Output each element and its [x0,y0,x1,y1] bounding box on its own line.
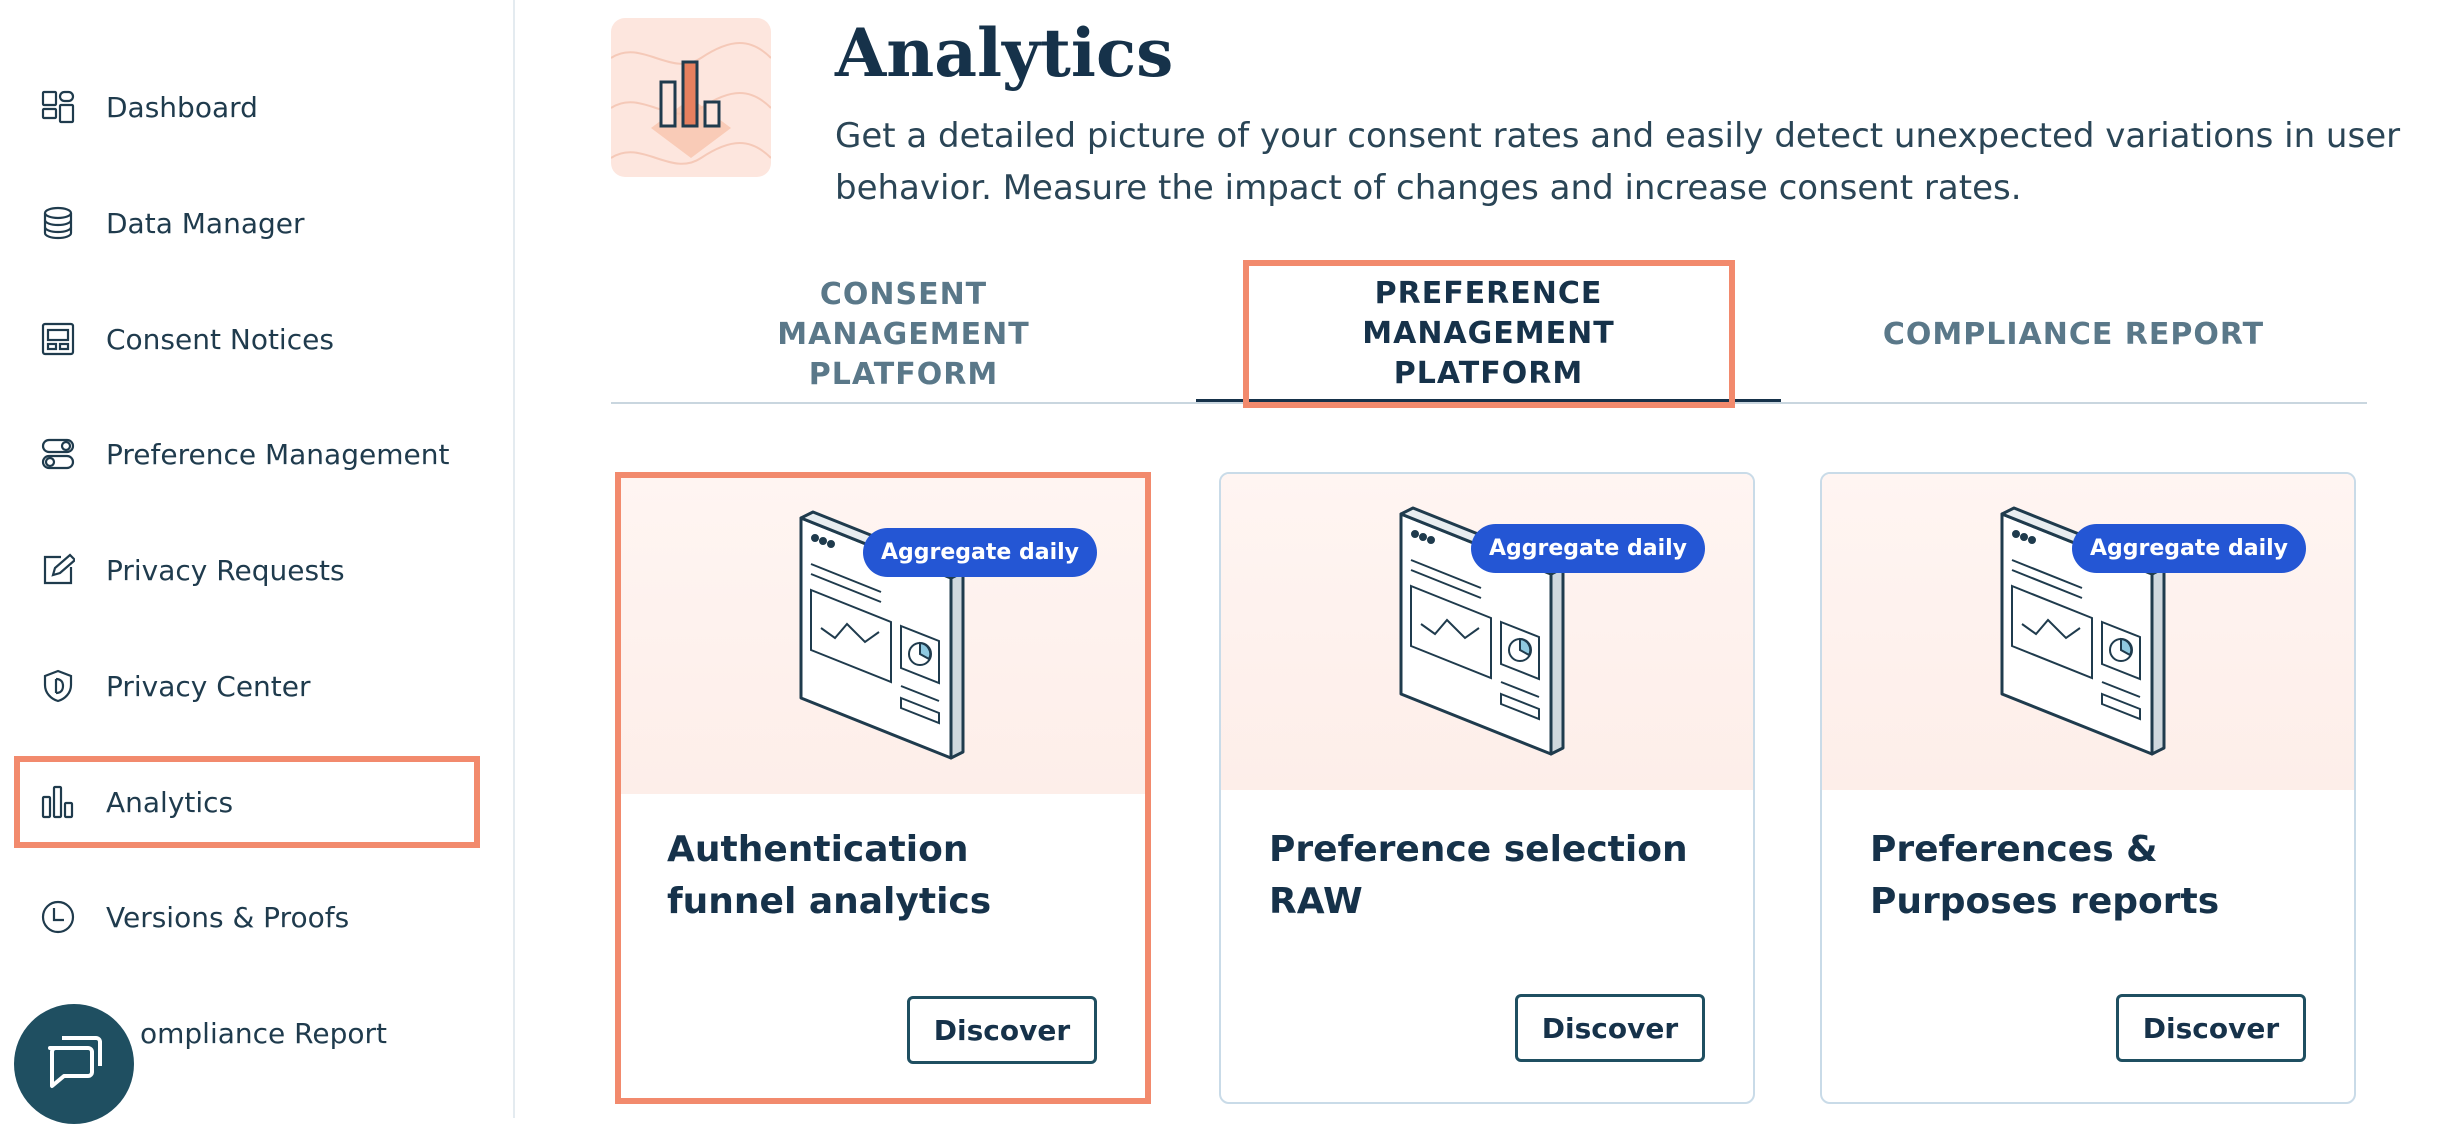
toggle-icon [40,436,76,472]
sidebar-item-privacy-requests[interactable]: Privacy Requests [26,531,466,609]
sidebar-item-versions-proofs[interactable]: Versions & Proofs [26,878,466,956]
sidebar-item-label: Privacy Center [106,669,311,703]
tab-label: PREFERENCE MANAGEMENT PLATFORM [1242,259,1735,408]
clock-icon [40,899,76,935]
sidebar-item-label: Preference Management [106,437,450,471]
chat-icon [44,1034,104,1094]
sidebar-item-compliance-report[interactable]: ompliance Report [90,994,530,1072]
sidebar-item-label: Consent Notices [106,322,334,356]
tab-label: COMPLIANCE REPORT [1882,317,2265,352]
sidebar-item-label: Dashboard [106,90,258,124]
card-preference-selection-raw[interactable]: Aggregate daily Preference selection RAW… [1219,472,1755,1104]
tab-consent-management-platform[interactable]: CONSENT MANAGEMENT PLATFORM [611,268,1196,402]
card-title: Authentication funnel analytics [667,829,992,922]
sidebar-item-preference-management[interactable]: Preference Management [26,415,466,493]
sidebar-item-data-manager[interactable]: Data Manager [26,184,466,262]
sidebar-item-label: Privacy Requests [106,553,345,587]
analytics-hero-icon [611,18,771,177]
page-title: Analytics [835,14,1174,92]
tab-label: CONSENT MANAGEMENT PLATFORM [777,277,1030,392]
chat-button[interactable] [14,1004,134,1124]
notice-icon [40,321,76,357]
sidebar: Dashboard Data Manager Consent Notices P… [0,0,515,1124]
sidebar-item-label: Data Manager [106,206,305,240]
card-title: Preferences & Purposes reports [1870,829,2220,922]
dashboard-icon [40,89,76,125]
discover-button[interactable]: Discover [907,996,1097,1064]
sidebar-item-dashboard[interactable]: Dashboard [26,68,466,146]
card-illustration: Aggregate daily [1822,474,2354,790]
page-subtitle: Get a detailed picture of your consent r… [835,116,2401,208]
tab-bar: CONSENT MANAGEMENT PLATFORM PREFERENCE M… [611,259,2367,408]
shield-icon [40,668,76,704]
card-preferences-purposes[interactable]: Aggregate daily Preferences & Purposes r… [1820,472,2356,1104]
sidebar-item-label: Analytics [106,785,234,819]
discover-button[interactable]: Discover [2116,994,2306,1062]
card-illustration: Aggregate daily [1221,474,1753,790]
sidebar-item-label: Versions & Proofs [106,900,350,934]
card-authentication-funnel[interactable]: Aggregate daily Authentication funnel an… [615,472,1151,1104]
database-icon [40,205,76,241]
discover-button[interactable]: Discover [1515,994,1705,1062]
sidebar-item-consent-notices[interactable]: Consent Notices [26,300,466,378]
sidebar-item-label: ompliance Report [140,1016,387,1050]
aggregate-daily-badge: Aggregate daily [863,528,1097,577]
sidebar-item-privacy-center[interactable]: Privacy Center [26,647,466,725]
card-illustration: Aggregate daily [621,478,1145,794]
edit-icon [40,552,76,588]
tab-compliance-report[interactable]: COMPLIANCE REPORT [1781,268,2366,402]
bar-chart-icon [40,784,76,820]
aggregate-daily-badge: Aggregate daily [2072,524,2306,573]
card-title: Preference selection RAW [1269,829,1688,922]
aggregate-daily-badge: Aggregate daily [1471,524,1705,573]
sidebar-item-analytics[interactable]: Analytics [14,756,480,848]
tab-preference-management-platform[interactable]: PREFERENCE MANAGEMENT PLATFORM [1196,259,1781,408]
